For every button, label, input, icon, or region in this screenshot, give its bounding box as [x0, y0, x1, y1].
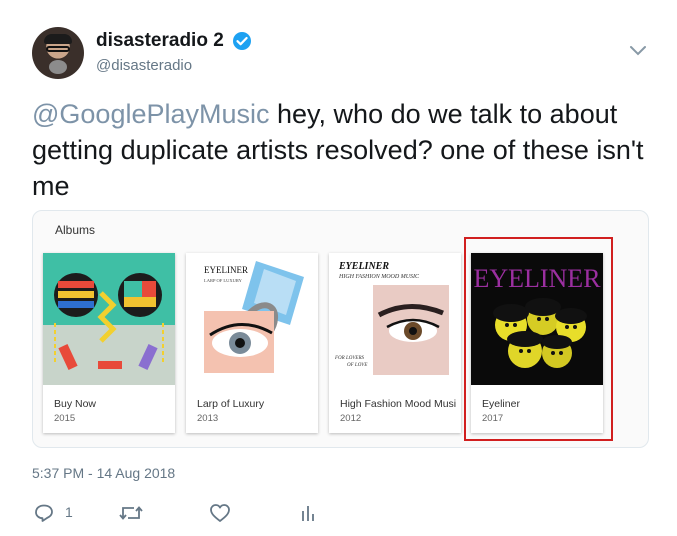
album-cover: EYELINER LARP OF LUXURY	[186, 253, 318, 385]
avatar-hair	[44, 34, 72, 44]
cover-subtitle-text: HIGH FASHION MOOD MUSIC	[338, 274, 420, 280]
heart-icon[interactable]	[209, 503, 231, 523]
album-year: 2012	[340, 413, 362, 424]
album-title: High Fashion Mood Music	[340, 398, 456, 410]
album-cover: EYELINER HIGH FASHION MOOD MUSIC FOR LOV…	[329, 253, 461, 385]
cover-title-text: EYELINER	[338, 261, 389, 272]
albums-card[interactable]: Albums Buy Now 2015 EYELINER LARP OF LUX…	[32, 210, 649, 448]
album-title: Buy Now	[54, 398, 97, 410]
tweet-timestamp[interactable]: 5:37 PM - 14 Aug 2018	[32, 465, 175, 481]
highlight-box	[464, 237, 613, 441]
analytics-icon[interactable]	[299, 503, 317, 523]
cover-title-text: EYELINER	[204, 265, 248, 275]
card-title: Albums	[55, 223, 96, 237]
cover-footer-text: OF LOVE	[347, 363, 367, 368]
mention-link[interactable]: @GooglePlayMusic	[32, 99, 270, 129]
reply-count: 1	[65, 504, 73, 520]
cover-footer-text: FOR LOVERS	[334, 356, 365, 361]
album-title: Larp of Luxury	[197, 398, 265, 410]
cover-subtitle-text: LARP OF LUXURY	[204, 278, 243, 283]
album-card[interactable]: EYELINER LARP OF LUXURY Larp of Luxury 2…	[186, 253, 318, 433]
retweet-icon[interactable]	[118, 503, 144, 523]
album-card[interactable]: Buy Now 2015	[43, 253, 175, 433]
album-year: 2015	[54, 413, 76, 424]
avatar-glasses	[46, 46, 70, 52]
album-year: 2013	[197, 413, 219, 424]
album-cover	[43, 253, 175, 385]
album-card[interactable]: EYELINER HIGH FASHION MOOD MUSIC FOR LOV…	[329, 253, 461, 433]
verified-badge-icon	[233, 32, 251, 50]
reply-icon[interactable]	[34, 503, 54, 523]
user-handle[interactable]: @disasteradio	[96, 57, 192, 74]
tweet-text: @GooglePlayMusic hey, who do we talk to …	[32, 96, 652, 204]
avatar[interactable]	[32, 27, 84, 79]
avatar-microphone	[49, 60, 67, 74]
display-name[interactable]: disasteradio 2	[96, 30, 224, 52]
chevron-down-icon[interactable]	[628, 44, 648, 58]
